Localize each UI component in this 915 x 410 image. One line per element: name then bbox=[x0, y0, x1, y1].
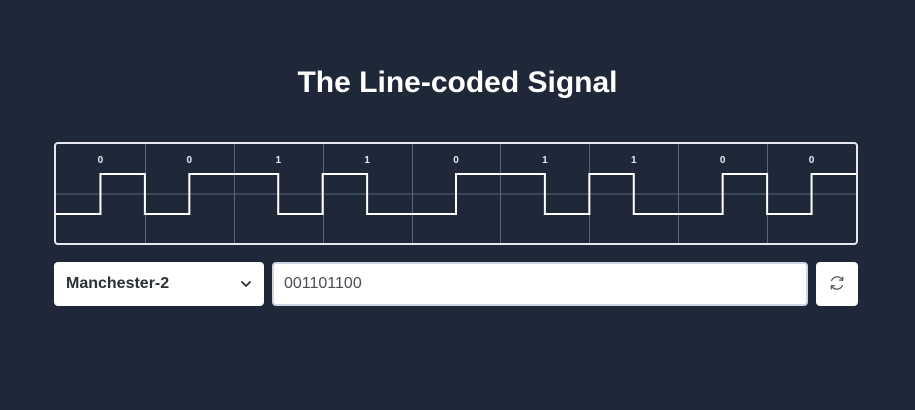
chevron-down-icon bbox=[240, 278, 252, 290]
bit-label: 1 bbox=[631, 155, 637, 166]
page-title: The Line-coded Signal bbox=[297, 66, 618, 99]
refresh-button[interactable] bbox=[816, 262, 858, 306]
bit-label: 0 bbox=[720, 155, 726, 166]
bit-label: 0 bbox=[453, 155, 459, 166]
refresh-icon bbox=[828, 274, 846, 295]
controls-row: Manchester-2 bbox=[54, 262, 858, 306]
bit-label: 0 bbox=[98, 155, 104, 166]
bit-label: 0 bbox=[187, 155, 193, 166]
signal-chart: 0 0 1 1 0 1 1 0 0 bbox=[54, 142, 858, 245]
encoding-select-value: Manchester-2 bbox=[66, 275, 170, 292]
bit-label: 1 bbox=[364, 155, 370, 166]
bits-input[interactable] bbox=[272, 262, 808, 306]
bit-label: 0 bbox=[809, 155, 815, 166]
encoding-select[interactable]: Manchester-2 bbox=[54, 262, 264, 306]
bit-label: 1 bbox=[542, 155, 548, 166]
bit-label: 1 bbox=[275, 155, 281, 166]
signal-waveform-canvas: 0 0 1 1 0 1 1 0 0 bbox=[56, 144, 856, 243]
